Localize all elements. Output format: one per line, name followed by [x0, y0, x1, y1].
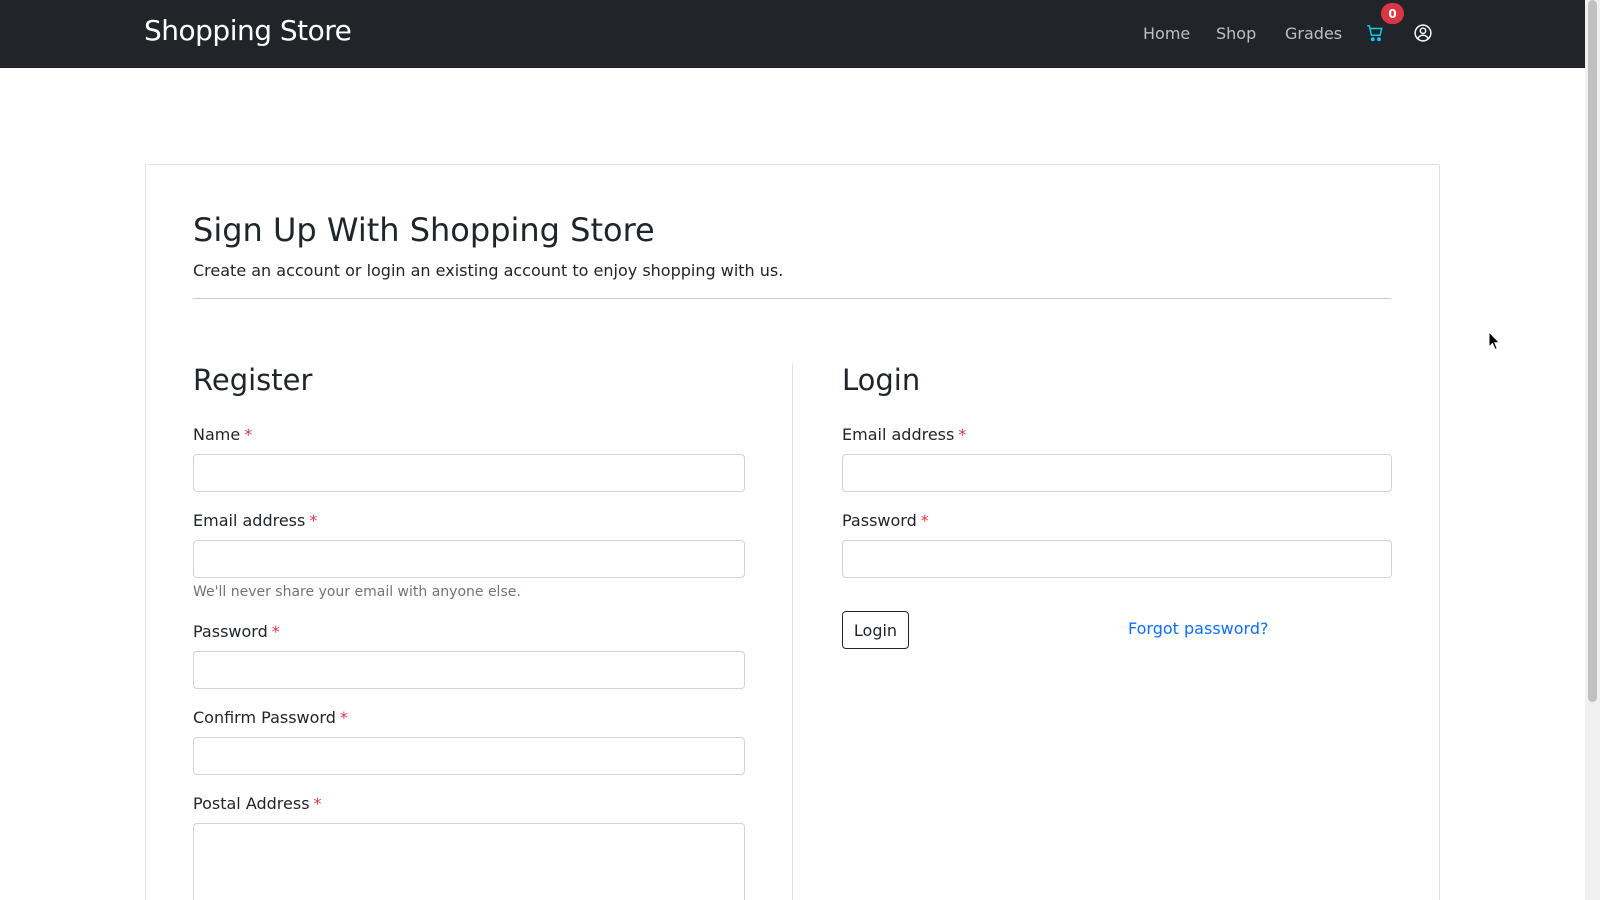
register-title: Register [193, 363, 313, 397]
register-email-help: We'll never share your email with anyone… [193, 584, 521, 600]
cart-icon[interactable] [1366, 24, 1388, 46]
register-confirm-password-input[interactable] [193, 737, 745, 775]
register-password-label: Password * [193, 622, 280, 641]
forgot-password-link[interactable]: Forgot password? [1128, 619, 1268, 638]
column-divider [792, 363, 793, 900]
register-confirm-password-label: Confirm Password * [193, 708, 348, 727]
register-name-label: Name * [193, 425, 253, 444]
page-subtitle: Create an account or login an existing a… [193, 261, 784, 280]
login-password-input[interactable] [842, 540, 1392, 578]
nav-link-home[interactable]: Home [1143, 24, 1190, 43]
register-postal-address-label: Postal Address * [193, 794, 322, 813]
mouse-cursor-icon [1488, 330, 1502, 351]
navbar: Shopping Store Home Shop Grades 0 [0, 0, 1585, 68]
register-password-input[interactable] [193, 651, 745, 689]
brand-logo-text[interactable]: Shopping Store [144, 14, 352, 47]
page-title: Sign Up With Shopping Store [193, 211, 655, 249]
header-divider [193, 298, 1391, 299]
login-email-label: Email address * [842, 425, 967, 444]
nav-link-grades[interactable]: Grades [1285, 24, 1342, 43]
scrollbar-thumb[interactable] [1588, 0, 1597, 702]
user-circle-icon[interactable] [1414, 24, 1434, 44]
register-name-input[interactable] [193, 454, 745, 492]
login-email-input[interactable] [842, 454, 1392, 492]
login-password-label: Password * [842, 511, 929, 530]
nav-link-shop[interactable]: Shop [1216, 24, 1256, 43]
register-email-input[interactable] [193, 540, 745, 578]
login-title: Login [842, 363, 921, 397]
register-postal-address-textarea[interactable] [193, 823, 745, 900]
cart-count-badge: 0 [1381, 3, 1404, 24]
register-email-label: Email address * [193, 511, 318, 530]
login-button[interactable]: Login [842, 611, 909, 649]
